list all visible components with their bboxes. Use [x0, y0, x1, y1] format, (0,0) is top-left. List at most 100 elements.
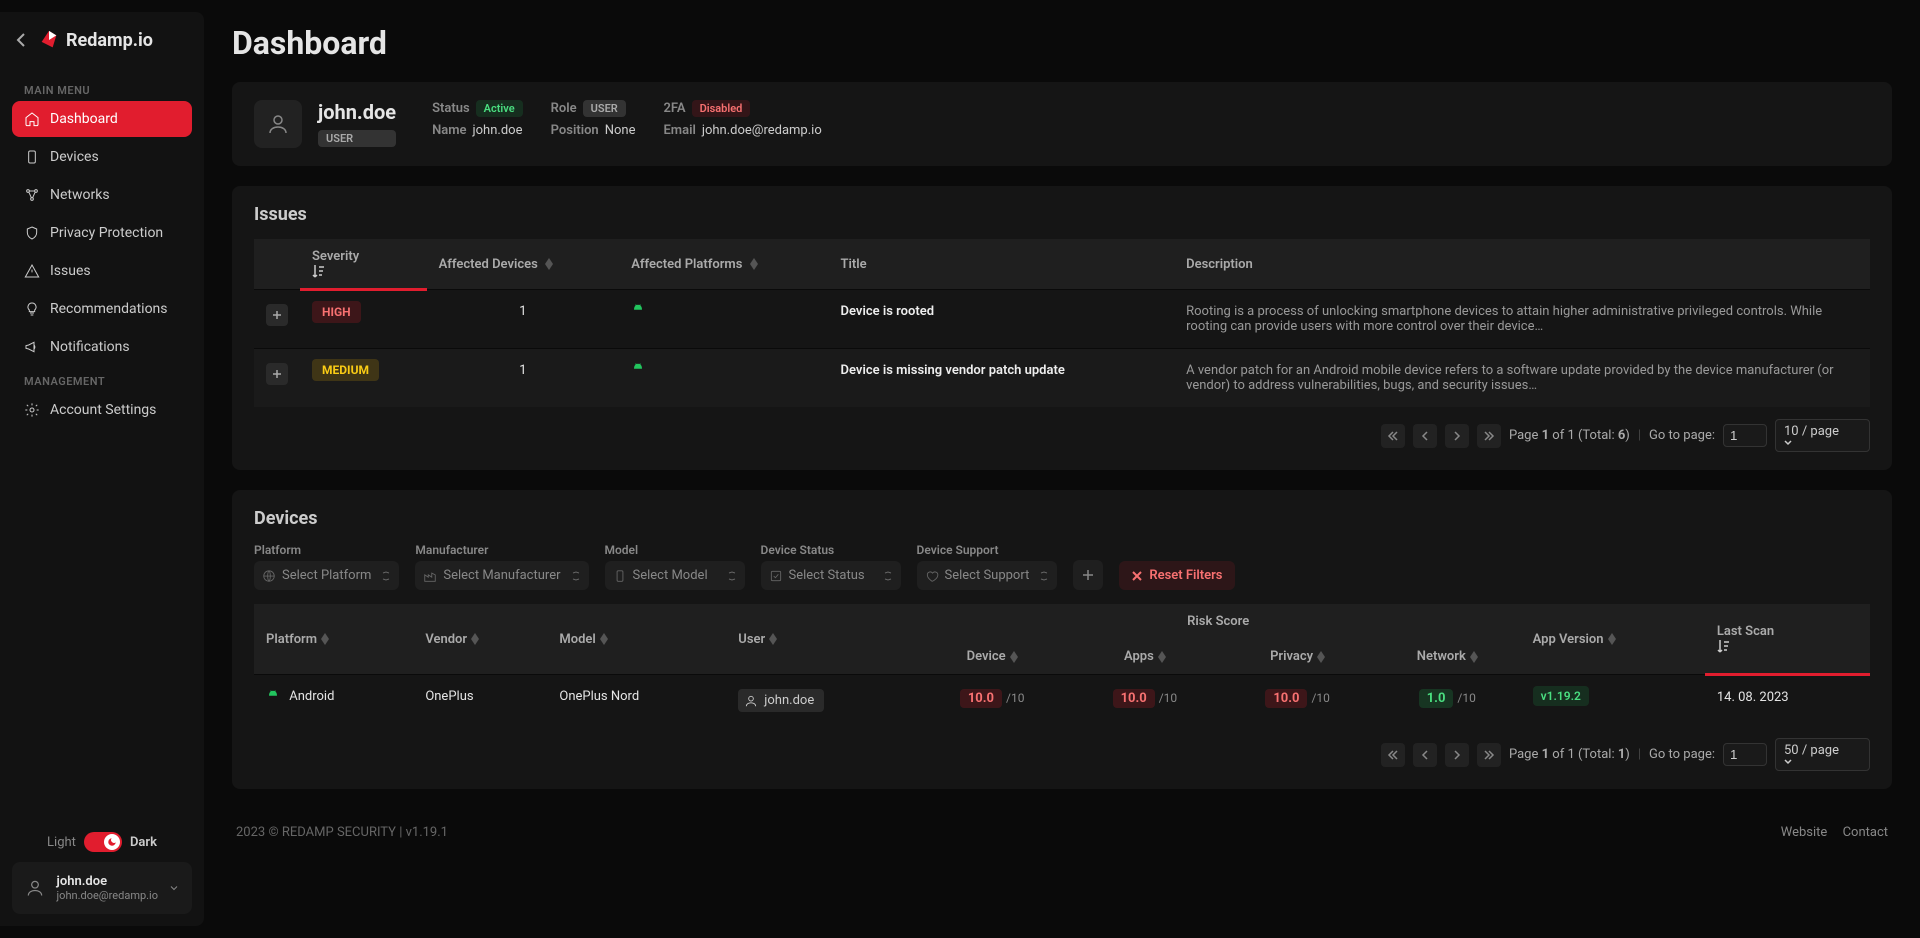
- issues-table: Severity Affected Devices Affected Platf…: [254, 239, 1870, 407]
- issue-description: A vendor patch for an Android mobile dev…: [1174, 349, 1870, 408]
- col-version[interactable]: App Version: [1521, 604, 1705, 675]
- chevron-down-icon: [1784, 439, 1845, 447]
- vendor-name: OnePlus: [413, 675, 547, 727]
- filter-support-select[interactable]: Select Support: [917, 561, 1058, 590]
- role-value: USER: [583, 100, 626, 117]
- sort-icon: [321, 633, 329, 645]
- nav-dashboard[interactable]: Dashboard: [12, 101, 192, 137]
- issues-pagination: Page 1 of 1 (Total: 6) | Go to page: 10 …: [254, 407, 1870, 452]
- page-title: Dashboard: [232, 24, 1892, 62]
- per-page-select[interactable]: 50 / page: [1775, 738, 1870, 771]
- last-scan-date: 14. 08. 2023: [1705, 675, 1870, 727]
- filter-manufacturer-label: Manufacturer: [415, 543, 588, 557]
- per-page-select[interactable]: 10 / page: [1775, 419, 1870, 452]
- theme-toggle[interactable]: [84, 832, 122, 852]
- position-value: None: [605, 123, 636, 138]
- filter-platform-select[interactable]: Select Platform: [254, 561, 399, 590]
- col-last-scan[interactable]: Last Scan: [1705, 604, 1870, 675]
- check-icon: [769, 569, 783, 583]
- sidebar-user-card[interactable]: john.doe john.doe@redamp.io: [12, 862, 192, 914]
- heart-icon: [925, 569, 939, 583]
- footer-copyright: 2023 © REDAMP SECURITY | v1.19.1: [236, 825, 448, 840]
- email-label: Email: [663, 123, 695, 138]
- col-privacy-score[interactable]: Privacy: [1221, 639, 1374, 675]
- sort-icon: [1158, 651, 1166, 663]
- logo-icon: [38, 29, 60, 51]
- goto-label: Go to page:: [1649, 747, 1715, 762]
- col-apps-score[interactable]: Apps: [1069, 639, 1222, 675]
- nav-label: Dashboard: [50, 111, 118, 127]
- back-button[interactable]: [12, 28, 30, 52]
- gear-icon: [24, 402, 40, 418]
- prev-page-button[interactable]: [1413, 424, 1437, 448]
- user-chip[interactable]: john.doe: [738, 689, 824, 712]
- expand-button[interactable]: [266, 363, 288, 385]
- filter-model-select[interactable]: Select Model: [605, 561, 745, 590]
- filter-manufacturer-select[interactable]: Select Manufacturer: [415, 561, 588, 590]
- reset-filters-button[interactable]: Reset Filters: [1119, 561, 1234, 590]
- col-risk-score: Risk Score: [916, 604, 1521, 639]
- affected-devices-count: 1: [427, 290, 620, 349]
- chevron-down-icon: [571, 571, 581, 581]
- devices-title: Devices: [254, 508, 1870, 529]
- email-value: john.doe@redamp.io: [702, 123, 822, 138]
- last-page-button[interactable]: [1477, 743, 1501, 767]
- menu-section-label: MAIN MENU: [12, 76, 192, 101]
- nav-label: Recommendations: [50, 301, 168, 317]
- add-filter-button[interactable]: [1073, 560, 1103, 590]
- nav-account-settings[interactable]: Account Settings: [12, 392, 192, 428]
- goto-page-input[interactable]: [1723, 743, 1767, 766]
- issues-title: Issues: [254, 204, 1870, 225]
- col-vendor[interactable]: Vendor: [413, 604, 547, 675]
- filter-status-label: Device Status: [761, 543, 901, 557]
- filter-status-select[interactable]: Select Status: [761, 561, 901, 590]
- last-page-button[interactable]: [1477, 424, 1501, 448]
- phone-icon: [613, 569, 627, 583]
- factory-icon: [423, 569, 437, 583]
- next-page-button[interactable]: [1445, 743, 1469, 767]
- expand-button[interactable]: [266, 304, 288, 326]
- col-network-score[interactable]: Network: [1374, 639, 1521, 675]
- col-platform[interactable]: Platform: [254, 604, 413, 675]
- nav-notifications[interactable]: Notifications: [12, 329, 192, 365]
- prev-page-button[interactable]: [1413, 743, 1437, 767]
- device-row: Android OnePlus OnePlus Nord john.doe 10…: [254, 675, 1870, 727]
- first-page-button[interactable]: [1381, 424, 1405, 448]
- footer-contact-link[interactable]: Contact: [1843, 825, 1888, 840]
- nav-networks[interactable]: Networks: [12, 177, 192, 213]
- status-label: Status: [432, 101, 470, 116]
- nav-label: Notifications: [50, 339, 130, 355]
- first-page-button[interactable]: [1381, 743, 1405, 767]
- next-page-button[interactable]: [1445, 424, 1469, 448]
- chevron-down-icon: [168, 882, 180, 894]
- nav-issues[interactable]: Issues: [12, 253, 192, 289]
- chevron-down-icon: [883, 571, 893, 581]
- user-icon: [744, 694, 758, 708]
- footer-website-link[interactable]: Website: [1781, 825, 1828, 840]
- col-title: Title: [829, 239, 1175, 290]
- col-affected-devices[interactable]: Affected Devices: [427, 239, 620, 290]
- megaphone-icon: [24, 339, 40, 355]
- sort-icon: [1608, 633, 1616, 645]
- col-model[interactable]: Model: [547, 604, 726, 675]
- goto-page-input[interactable]: [1723, 424, 1767, 447]
- theme-dark-label: Dark: [130, 835, 157, 850]
- nav-devices[interactable]: Devices: [12, 139, 192, 175]
- management-section-label: MANAGEMENT: [12, 367, 192, 392]
- col-affected-platforms[interactable]: Affected Platforms: [619, 239, 828, 290]
- col-severity[interactable]: Severity: [300, 239, 427, 290]
- brand-name: Redamp.io: [66, 30, 153, 51]
- sidebar: Redamp.io MAIN MENU Dashboard Devices Ne…: [0, 12, 204, 926]
- nav-recommendations[interactable]: Recommendations: [12, 291, 192, 327]
- sidebar-user-email: john.doe@redamp.io: [57, 889, 158, 902]
- sort-icon: [769, 633, 777, 645]
- col-device-score[interactable]: Device: [916, 639, 1069, 675]
- nav-privacy[interactable]: Privacy Protection: [12, 215, 192, 251]
- shield-icon: [24, 225, 40, 241]
- issue-row: HIGH 1 Device is rooted Rooting is a pro…: [254, 290, 1870, 349]
- close-icon: [1131, 570, 1143, 582]
- name-value: john.doe: [473, 123, 523, 138]
- col-user[interactable]: User: [726, 604, 916, 675]
- chevron-down-icon: [727, 571, 737, 581]
- position-label: Position: [551, 123, 599, 138]
